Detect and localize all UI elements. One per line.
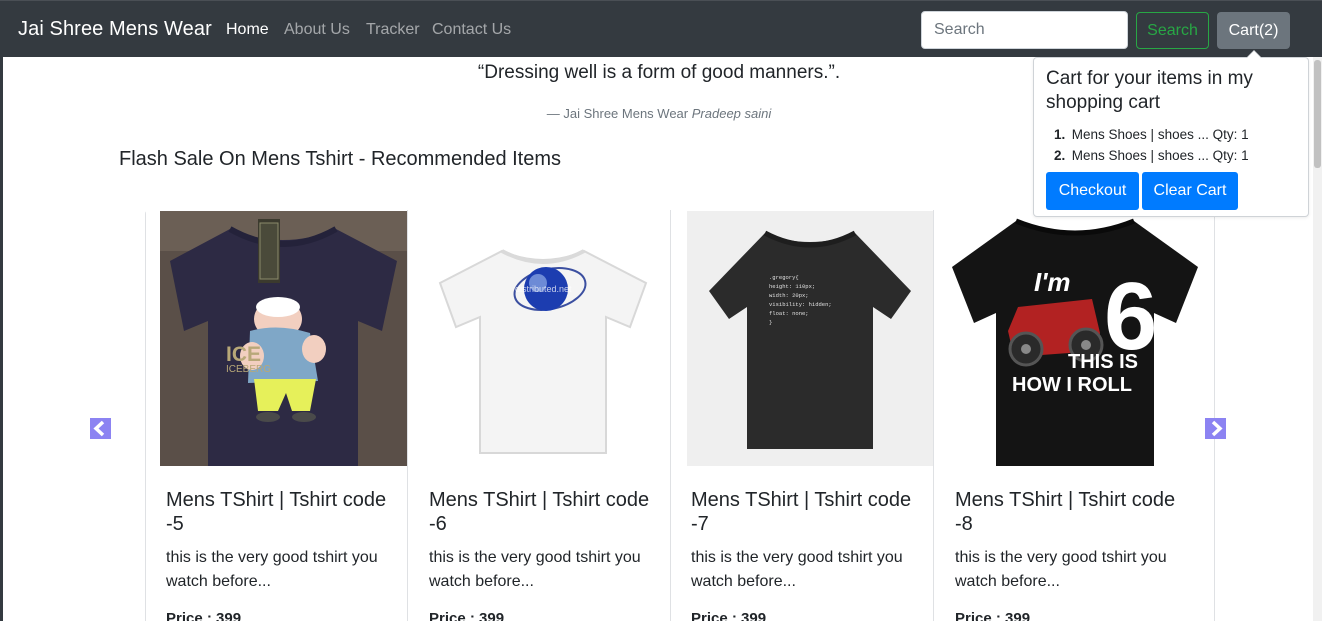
print-iceberg: ICEBERG	[226, 364, 271, 375]
brand-logo[interactable]: Jai Shree Mens Wear	[18, 18, 212, 41]
search-input[interactable]	[921, 11, 1128, 49]
print-ice: ICE	[226, 343, 261, 366]
product-image-2[interactable]: distributed.net	[418, 211, 668, 466]
product-description-1: this is the very good tshirt you watch b…	[166, 549, 378, 590]
product-title-2[interactable]: Mens TShirt | Tshirt code -6	[429, 488, 664, 536]
cart-items-list: 1. Mens Shoes | shoes ... Qty: 1 2. Mens…	[1054, 124, 1249, 166]
quote-author: Pradeep saini	[691, 106, 772, 121]
page: Jai Shree Mens Wear Home About Us Tracke…	[0, 0, 1322, 621]
print-im: I'm	[1034, 267, 1071, 297]
cart-item-1: 1. Mens Shoes | shoes ... Qty: 1	[1054, 127, 1249, 142]
product-description-2: this is the very good tshirt you watch b…	[429, 549, 641, 590]
cart-popover: Cart for your items in my shopping cart …	[1033, 57, 1309, 217]
cart-item-2: 2. Mens Shoes | shoes ... Qty: 1	[1054, 148, 1249, 163]
product-title-1[interactable]: Mens TShirt | Tshirt code -5	[166, 488, 401, 536]
product-title-3[interactable]: Mens TShirt | Tshirt code -7	[691, 488, 926, 536]
scrollbar-thumb[interactable]	[1314, 60, 1321, 168]
cart-popover-title: Cart for your items in my shopping cart	[1046, 68, 1253, 113]
product-description-4: this is the very good tshirt you watch b…	[955, 549, 1167, 590]
print-roll-1: THIS IS	[1068, 351, 1138, 373]
nav-contact-us[interactable]: Contact Us	[432, 21, 511, 39]
carousel-next-button[interactable]	[1205, 418, 1226, 439]
product-image-3[interactable]: .gregory{ height: 110px; width: 20px; vi…	[687, 211, 933, 466]
print-globe-text: distributed.net	[515, 284, 572, 294]
chevron-right-icon	[1211, 420, 1223, 437]
left-edge	[0, 57, 3, 621]
print-code-line-3: width: 20px;	[769, 292, 809, 299]
navbar: Jai Shree Mens Wear Home About Us Tracke…	[0, 0, 1322, 57]
clear-cart-button[interactable]: Clear Cart	[1142, 172, 1238, 210]
product-card-2[interactable]: distributed.net Mens TShirt | Tshirt cod…	[408, 210, 671, 621]
print-code-line-4: visibility: hidden;	[769, 301, 832, 308]
product-description-3: this is the very good tshirt you watch b…	[691, 549, 903, 590]
nav-about-us[interactable]: About Us	[284, 21, 350, 39]
checkout-button[interactable]: Checkout	[1046, 172, 1139, 210]
cart-button[interactable]: Cart(2)	[1217, 12, 1290, 49]
product-card-1[interactable]: ICE ICEBERG Mens TShirt | Tshirt code -5…	[146, 210, 408, 621]
product-image-4[interactable]: I'm 6 THIS IS HOW I ROLL	[950, 211, 1200, 466]
nav-home[interactable]: Home	[226, 21, 269, 39]
quote-source: — Jai Shree Mens Wear	[546, 106, 689, 121]
print-code-line-2: height: 110px;	[769, 283, 815, 290]
product-card-4[interactable]: I'm 6 THIS IS HOW I ROLL Mens TShirt | T…	[934, 210, 1200, 621]
print-code-line-1: .gregory{	[769, 274, 799, 281]
product-price-3: Price : 399	[691, 610, 767, 621]
carousel-prev-button[interactable]	[90, 418, 111, 439]
chevron-left-icon	[93, 420, 105, 437]
product-image-1[interactable]: ICE ICEBERG	[160, 211, 407, 466]
product-price-2: Price : 399	[429, 610, 505, 621]
product-price-1: Price : 399	[166, 610, 242, 621]
print-code-line-6: }	[769, 319, 772, 326]
product-price-4: Price : 399	[955, 610, 1031, 621]
print-roll-2: HOW I ROLL	[1012, 374, 1132, 396]
search-button[interactable]: Search	[1136, 12, 1209, 49]
section-title: Flash Sale On Mens Tshirt - Recommended …	[119, 148, 562, 170]
product-title-4[interactable]: Mens TShirt | Tshirt code -8	[955, 488, 1190, 536]
nav-tracker[interactable]: Tracker	[366, 21, 420, 39]
product-card-3[interactable]: .gregory{ height: 110px; width: 20px; vi…	[671, 210, 934, 621]
print-code-line-5: float: none;	[769, 310, 809, 317]
popover-arrow-inner	[1247, 51, 1261, 58]
